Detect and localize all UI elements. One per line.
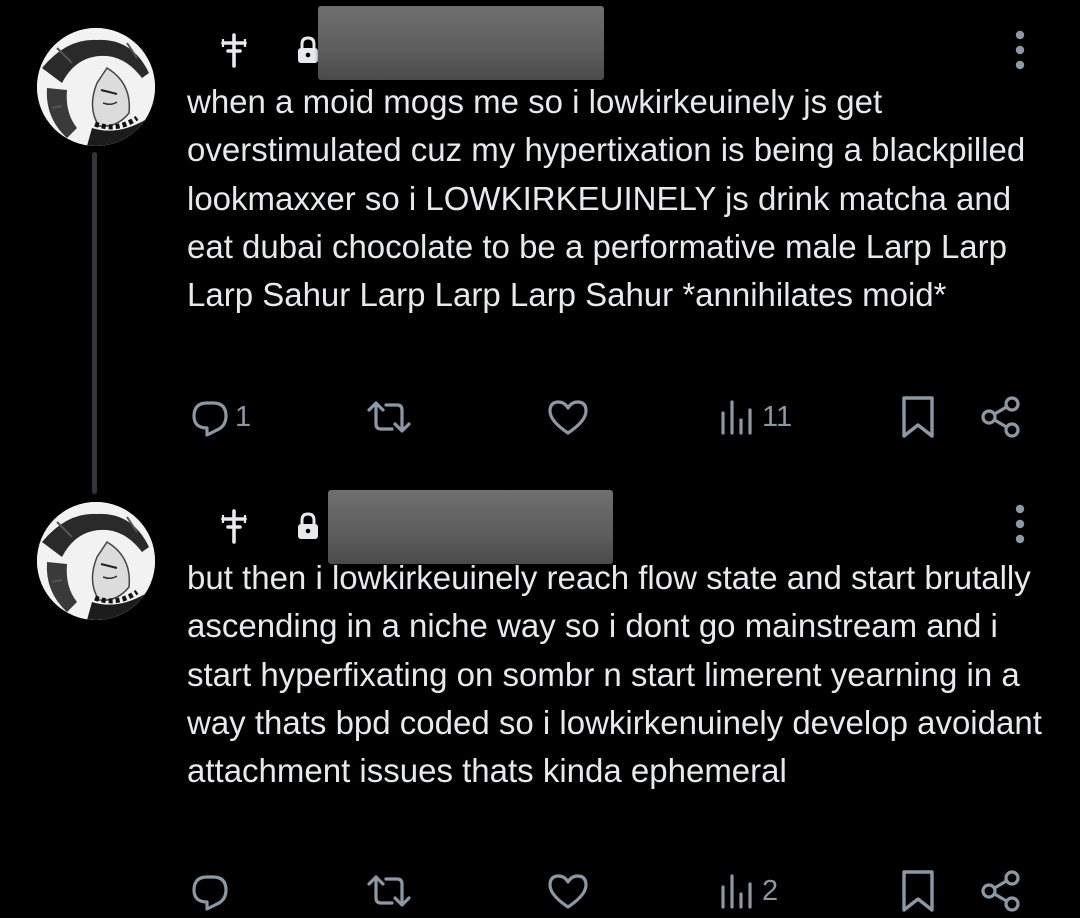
repost-icon [367, 875, 411, 907]
redacted-username [318, 6, 604, 80]
reply-button[interactable]: 1 [189, 392, 251, 442]
share-icon [981, 870, 1020, 912]
like-icon [548, 400, 588, 435]
like-button[interactable] [546, 866, 590, 916]
views-count: 2 [762, 874, 779, 907]
views-icon [721, 874, 752, 909]
avatar[interactable] [37, 28, 155, 146]
post-text: when a moid mogs me so i lowkirkeuinely … [187, 83, 1026, 314]
more-icon[interactable] [1011, 30, 1029, 74]
post[interactable]: when a moid mogs me so i lowkirkeuinely … [0, 0, 1080, 470]
avatar-image [37, 28, 155, 146]
views-icon [721, 400, 752, 435]
share-button[interactable] [978, 392, 1024, 442]
reply-button[interactable] [189, 866, 235, 916]
like-icon [548, 874, 588, 909]
post-actions: 2 [0, 866, 1080, 916]
views-count: 11 [762, 400, 793, 433]
cross-icon [221, 33, 247, 68]
share-button[interactable] [978, 866, 1024, 916]
repost-button[interactable] [365, 392, 413, 442]
reply-icon [192, 401, 228, 437]
reply-count: 1 [235, 400, 252, 433]
bookmark-icon [902, 396, 934, 438]
post[interactable]: but then i lowkirkeuinely reach flow sta… [0, 478, 1080, 918]
post-actions: 1 11 [0, 392, 1080, 442]
views-button[interactable]: 2 [718, 866, 778, 916]
avatar[interactable] [37, 502, 155, 620]
repost-button[interactable] [365, 866, 413, 916]
repost-icon [367, 401, 411, 433]
redacted-username [328, 490, 613, 564]
bookmark-button[interactable] [898, 392, 938, 442]
bookmark-icon [902, 870, 934, 912]
like-button[interactable] [546, 392, 590, 442]
reply-icon [192, 875, 228, 911]
share-icon [981, 396, 1020, 438]
bookmark-button[interactable] [898, 866, 938, 916]
more-icon[interactable] [1011, 504, 1029, 548]
cross-icon [221, 509, 247, 544]
views-button[interactable]: 11 [718, 392, 792, 442]
post-text: but then i lowkirkeuinely reach flow sta… [187, 559, 1042, 790]
avatar-image [37, 502, 155, 620]
lock-icon [298, 512, 318, 539]
